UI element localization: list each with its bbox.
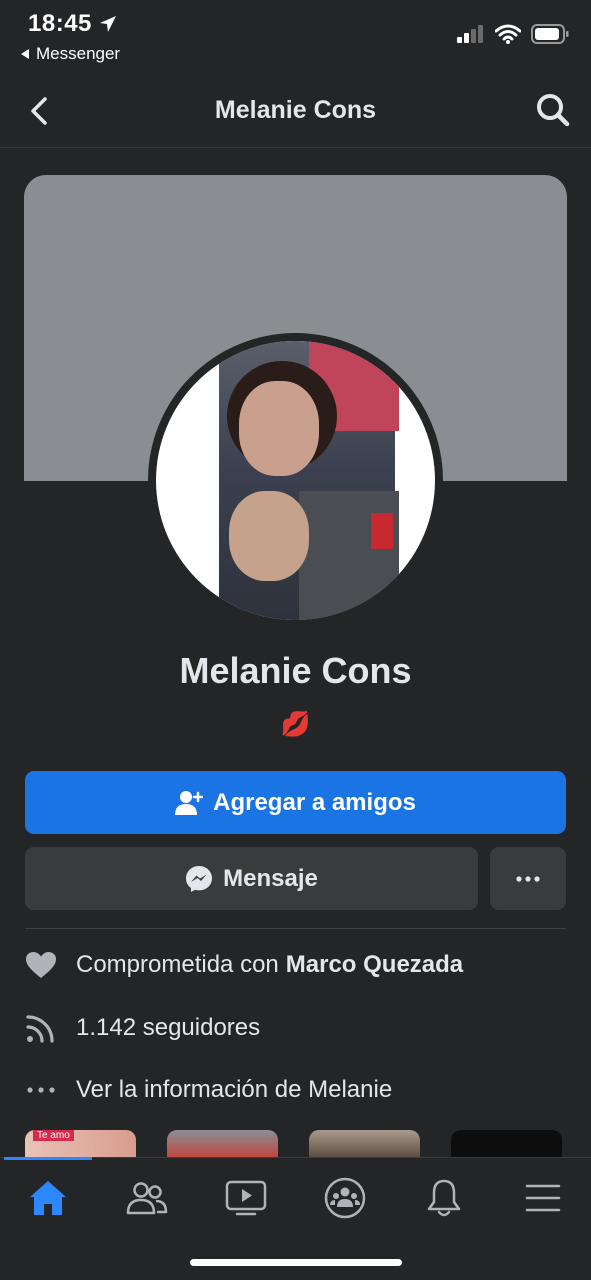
photo-caption: Te amo (33, 1130, 74, 1141)
message-button[interactable]: Mensaje (25, 847, 478, 910)
home-indicator[interactable] (190, 1259, 402, 1266)
home-icon (30, 1181, 66, 1215)
location-arrow-icon (100, 16, 116, 32)
divider (25, 928, 566, 929)
see-info-row[interactable]: Ver la información de Melanie (25, 1070, 566, 1110)
followers-row[interactable]: 1.142 seguidores (25, 1008, 566, 1048)
photo-thumbnail[interactable]: Te amo (25, 1130, 136, 1158)
battery-icon (531, 24, 569, 44)
tab-notifications[interactable] (422, 1176, 466, 1220)
back-to-app-link[interactable]: Messenger (20, 44, 120, 64)
watch-icon (225, 1180, 267, 1216)
photo-thumbnail[interactable] (309, 1130, 420, 1158)
more-dots-icon (25, 1074, 57, 1106)
search-button[interactable] (535, 92, 571, 128)
photo-thumbnail[interactable] (451, 1130, 562, 1158)
add-friend-button[interactable]: Agregar a amigos (25, 771, 566, 834)
friends-icon (126, 1182, 168, 1215)
rss-icon (25, 1012, 57, 1044)
status-bar: 18:45 Messenger (0, 0, 591, 72)
status-indicators (457, 24, 569, 44)
profile-bio: 💋 (280, 711, 311, 738)
messenger-icon (186, 865, 213, 892)
tab-home[interactable] (26, 1176, 70, 1220)
profile-nav-bar: Melanie Cons (0, 76, 591, 148)
profile-picture[interactable] (156, 341, 435, 620)
more-dots-icon (516, 875, 540, 882)
add-friend-icon (175, 790, 204, 815)
search-icon (537, 94, 570, 127)
see-info-label: Ver la información de Melanie (76, 1076, 393, 1103)
add-friend-label: Agregar a amigos (213, 788, 416, 816)
relationship-text: Comprometida con (76, 951, 279, 978)
tab-friends[interactable] (125, 1176, 169, 1220)
active-tab-indicator (4, 1157, 92, 1160)
relationship-row: Comprometida con Marco Quezada (25, 945, 566, 985)
status-time: 18:45 (28, 10, 92, 37)
tab-groups[interactable] (323, 1176, 367, 1220)
partner-link[interactable]: Marco Quezada (286, 951, 463, 979)
signal-icon (457, 25, 483, 43)
more-options-button[interactable] (490, 847, 566, 910)
profile-photo-image (219, 341, 399, 620)
message-label: Mensaje (223, 864, 318, 892)
wifi-icon (495, 24, 521, 44)
groups-icon (324, 1177, 366, 1219)
heart-icon (25, 949, 57, 981)
page-title: Melanie Cons (214, 96, 377, 124)
tab-watch[interactable] (224, 1176, 268, 1220)
followers-count: 1.142 seguidores (76, 1014, 261, 1041)
tab-menu[interactable] (521, 1176, 565, 1220)
profile-name: Melanie Cons (179, 650, 412, 691)
photo-strip: Te amo (0, 1130, 591, 1158)
photo-thumbnail[interactable] (167, 1130, 278, 1158)
back-app-label: Messenger (36, 44, 121, 63)
bell-icon (427, 1179, 461, 1217)
menu-icon (525, 1184, 561, 1212)
back-triangle-icon (21, 49, 29, 59)
